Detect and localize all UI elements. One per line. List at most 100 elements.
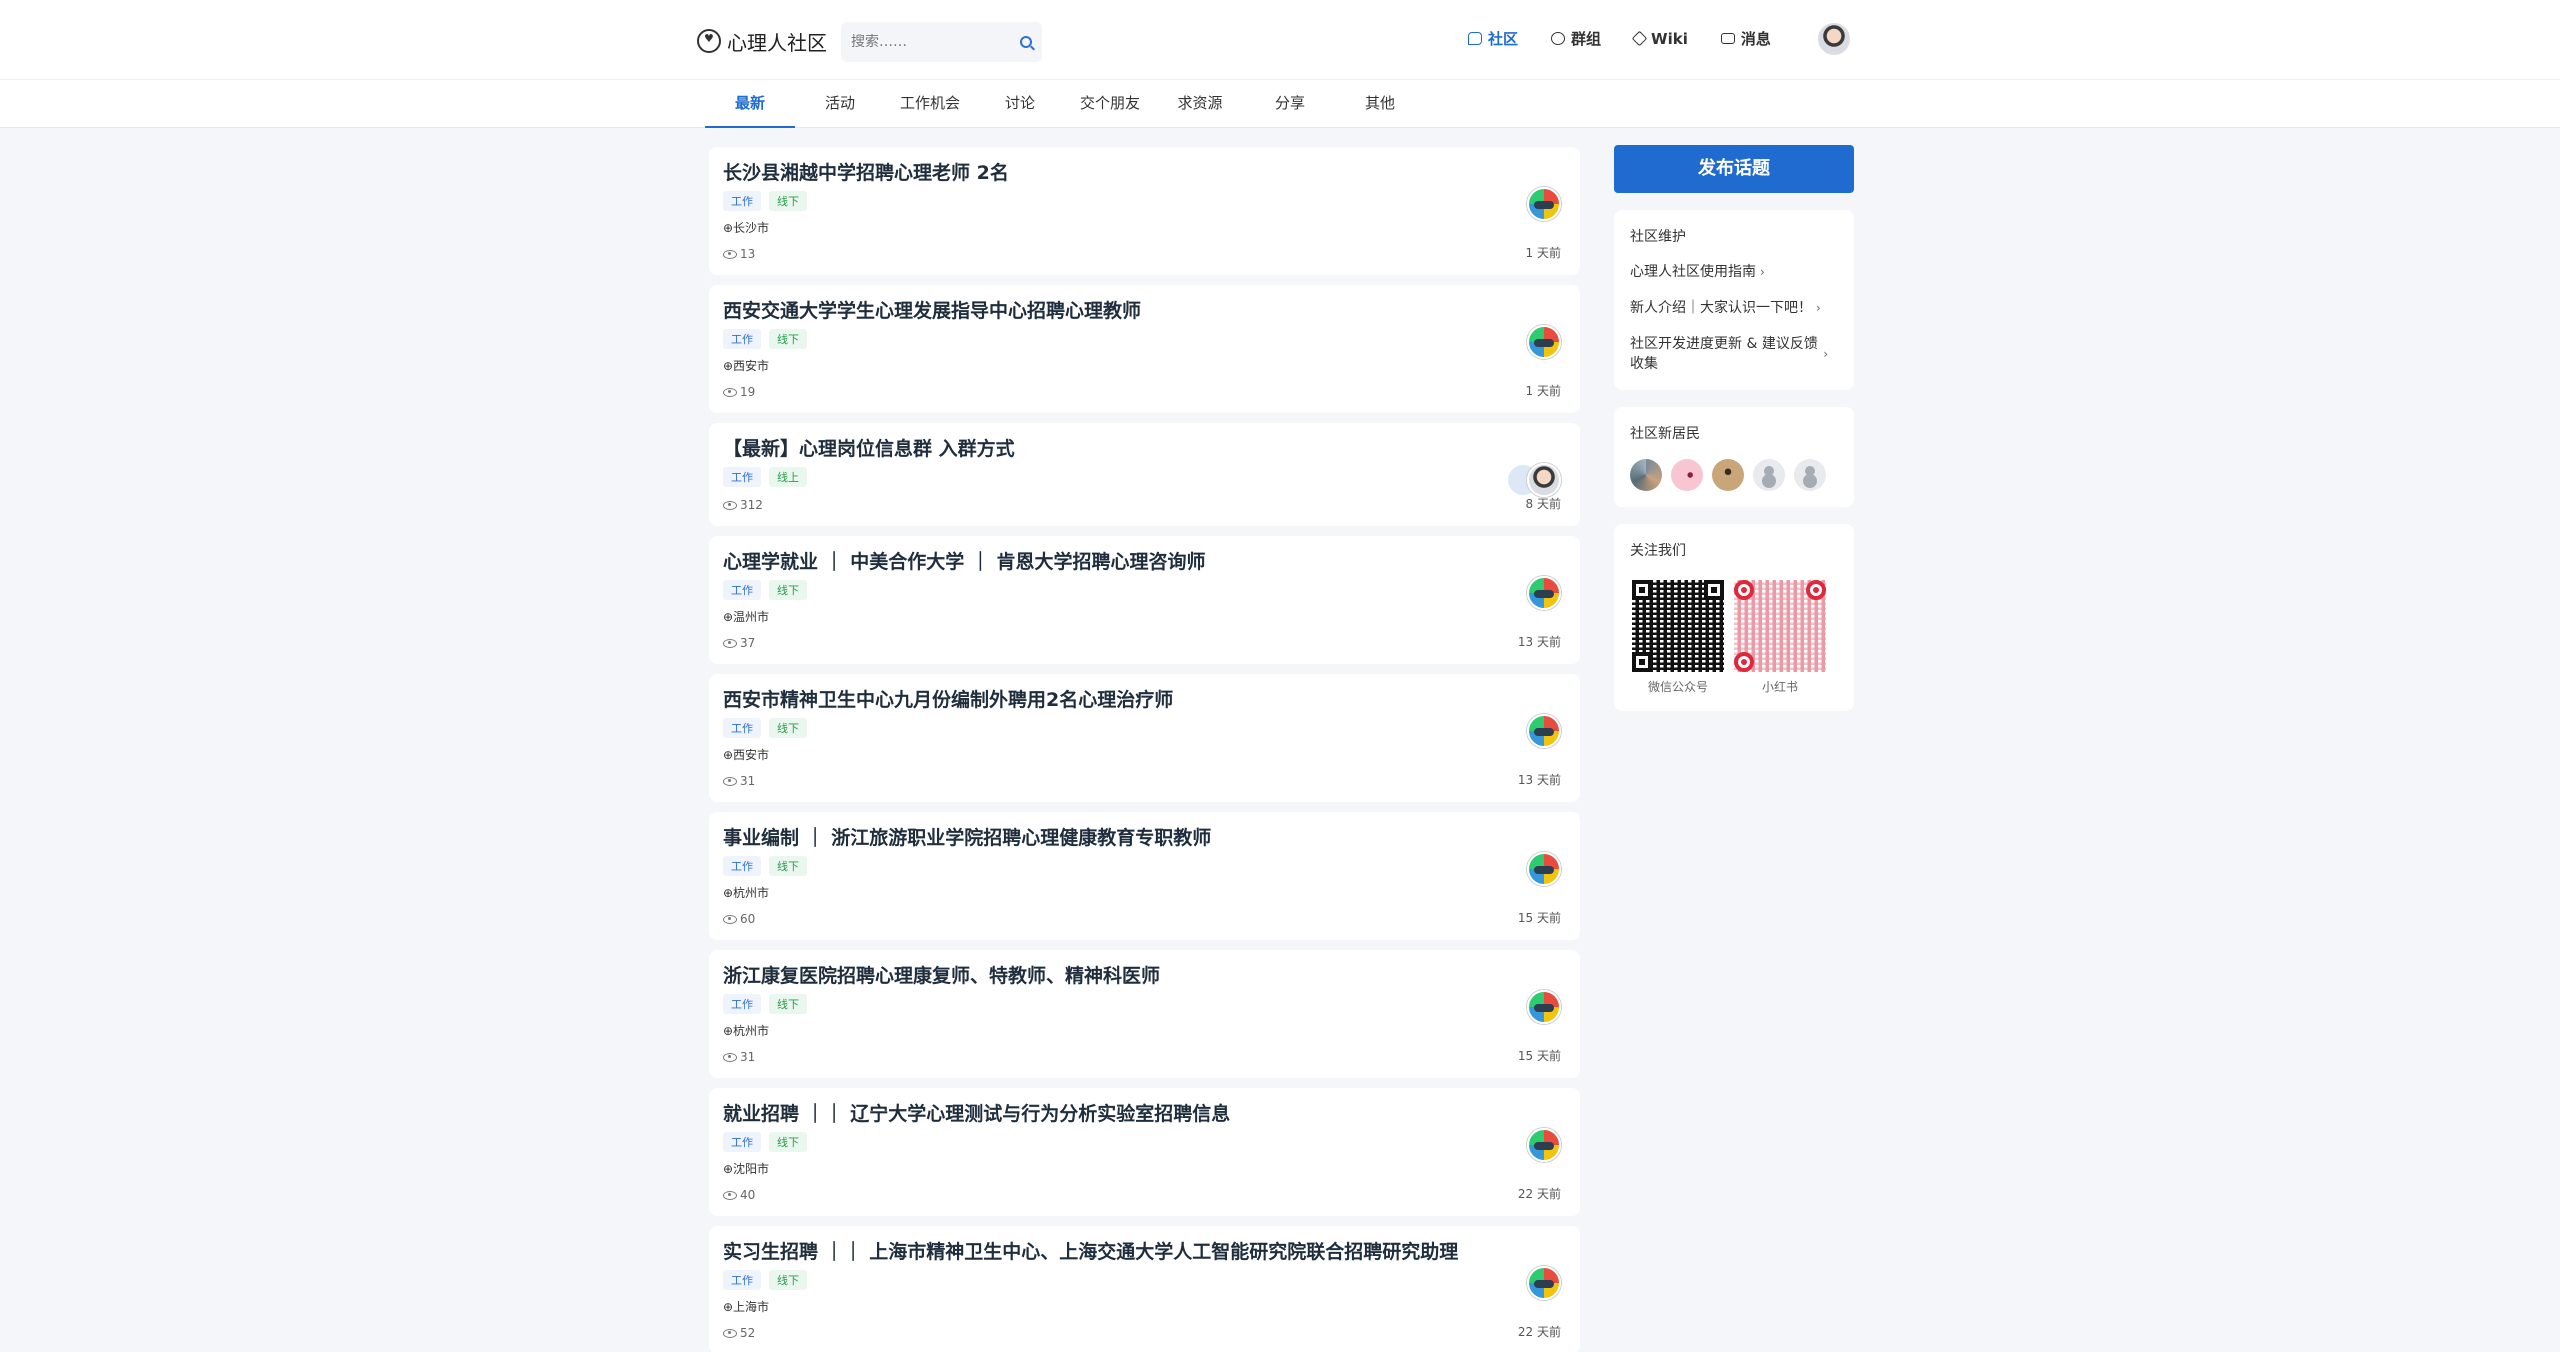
post-title[interactable]: 心理学就业 ｜ 中美合作大学 ｜ 肯恩大学招聘心理咨询师 [723,550,1566,574]
tag-work[interactable]: 工作 [723,994,761,1014]
xiaohongshu-caption: 小红书 [1761,680,1798,694]
post-title[interactable]: 西安交通大学学生心理发展指导中心招聘心理教师 [723,299,1566,323]
intro-link[interactable]: 新人介绍｜大家认识一下吧！ › [1630,298,1838,318]
author-avatar[interactable] [1527,187,1561,221]
chevron-right-icon: › [1760,265,1765,279]
default-avatar-icon[interactable] [1753,459,1785,491]
post-card[interactable]: 事业编制 ｜ 浙江旅游职业学院招聘心理健康教育专职教师 工作 线下 ⊕杭州市 60… [709,812,1580,940]
tag-work[interactable]: 工作 [723,856,761,876]
post-card[interactable]: 浙江康复医院招聘心理康复师、特教师、精神科医师 工作 线下 ⊕杭州市 31 15 … [709,950,1580,1078]
tag-work[interactable]: 工作 [723,1270,761,1290]
tag-mode[interactable]: 线下 [769,580,807,600]
tag-mode[interactable]: 线下 [769,718,807,738]
search-box[interactable] [841,22,1042,62]
author-avatar[interactable] [1527,1266,1561,1300]
post-title[interactable]: 实习生招聘 ｜｜ 上海市精神卫生中心、上海交通大学人工智能研究院联合招聘研究助理 [723,1240,1566,1264]
eye-icon [723,1328,737,1338]
author-avatar[interactable] [1527,714,1561,748]
tab-resources[interactable]: 求资源 [1155,80,1245,128]
post-views: 31 [723,774,755,788]
feedback-link[interactable]: 社区开发进度更新 & 建议反馈收集 › [1630,334,1838,374]
wechat-qr-code [1632,580,1724,672]
post-view-count: 13 [740,247,756,261]
author-avatar[interactable] [1527,463,1561,497]
post-title[interactable]: 【最新】心理岗位信息群 入群方式 [723,437,1566,461]
tab-share[interactable]: 分享 [1245,80,1335,128]
search-input[interactable] [851,34,1001,50]
avatar[interactable] [1712,459,1744,491]
nav-messages-label: 消息 [1740,30,1771,48]
post-time: 22 天前 [1517,1187,1561,1201]
post-title[interactable]: 浙江康复医院招聘心理康复师、特教师、精神科医师 [723,964,1566,988]
top-bar: 心理人社区 社区 群组 Wiki 消息 [0,0,2560,80]
post-card[interactable]: 实习生招聘 ｜｜ 上海市精神卫生中心、上海交通大学人工智能研究院联合招聘研究助理… [709,1226,1580,1352]
post-views: 37 [723,636,755,650]
nav-groups[interactable]: 群组 [1551,28,1601,49]
qr-codes: 微信公众号 小红书 [1630,580,1838,695]
post-views: 40 [723,1188,755,1202]
avatar[interactable] [1630,459,1662,491]
guide-link[interactable]: 心理人社区使用指南 › [1630,262,1838,282]
tag-work[interactable]: 工作 [723,329,761,349]
default-avatar-icon[interactable] [1794,459,1826,491]
post-title[interactable]: 就业招聘 ｜｜ 辽宁大学心理测试与行为分析实验室招聘信息 [723,1102,1566,1126]
eye-icon [723,1190,737,1200]
post-title[interactable]: 事业编制 ｜ 浙江旅游职业学院招聘心理健康教育专职教师 [723,826,1566,850]
tag-mode[interactable]: 线下 [769,1270,807,1290]
tag-mode[interactable]: 线下 [769,329,807,349]
eye-icon [723,776,737,786]
wechat-qr[interactable]: 微信公众号 [1630,580,1726,695]
tag-work[interactable]: 工作 [723,191,761,211]
nav-messages[interactable]: 消息 [1720,28,1771,49]
eye-icon [723,500,737,510]
tab-jobs[interactable]: 工作机会 [885,80,975,128]
tag-mode[interactable]: 线下 [769,191,807,211]
post-card[interactable]: 【最新】心理岗位信息群 入群方式 工作 线上 312 8 天前 [709,423,1580,526]
post-time: 1 天前 [1525,246,1561,260]
author-avatar[interactable] [1527,1128,1561,1162]
author-avatar[interactable] [1527,325,1561,359]
publish-topic-button[interactable]: 发布话题 [1614,145,1854,193]
nav-community[interactable]: 社区 [1468,28,1518,49]
post-location: ⊕温州市 [723,610,770,624]
tag-work[interactable]: 工作 [723,1132,761,1152]
post-title[interactable]: 西安市精神卫生中心九月份编制外聘用2名心理治疗师 [723,688,1566,712]
nav-wiki[interactable]: Wiki [1631,28,1688,49]
tab-other[interactable]: 其他 [1335,80,1425,128]
wiki-icon [1631,30,1648,47]
author-avatar[interactable] [1527,990,1561,1024]
post-card[interactable]: 西安市精神卫生中心九月份编制外聘用2名心理治疗师 工作 线下 ⊕西安市 31 13… [709,674,1580,802]
tag-work[interactable]: 工作 [723,718,761,738]
tag-mode[interactable]: 线上 [769,467,807,487]
tag-mode[interactable]: 线下 [769,1132,807,1152]
post-card[interactable]: 心理学就业 ｜ 中美合作大学 ｜ 肯恩大学招聘心理咨询师 工作 线下 ⊕温州市 3… [709,536,1580,664]
site-logo[interactable]: 心理人社区 [697,26,827,56]
post-time: 13 天前 [1517,773,1561,787]
chat-icon [1468,32,1482,45]
tag-work[interactable]: 工作 [723,580,761,600]
tab-friends[interactable]: 交个朋友 [1065,80,1155,128]
search-icon[interactable] [1020,36,1032,48]
eye-icon [723,1052,737,1062]
post-time: 15 天前 [1517,1049,1561,1063]
author-avatar[interactable] [1527,852,1561,886]
eye-icon [723,914,737,924]
tag-work[interactable]: 工作 [723,467,761,487]
post-view-count: 37 [740,636,756,650]
post-views: 52 [723,1326,755,1340]
post-card[interactable]: 就业招聘 ｜｜ 辽宁大学心理测试与行为分析实验室招聘信息 工作 线下 ⊕沈阳市 4… [709,1088,1580,1216]
tab-discussion[interactable]: 讨论 [975,80,1065,128]
avatar[interactable] [1671,459,1703,491]
tab-latest[interactable]: 最新 [705,80,795,128]
post-title[interactable]: 长沙县湘越中学招聘心理老师 2名 [723,161,1566,185]
new-members-title: 社区新居民 [1630,426,1700,442]
tag-mode[interactable]: 线下 [769,994,807,1014]
post-card[interactable]: 西安交通大学学生心理发展指导中心招聘心理教师 工作 线下 ⊕西安市 19 1 天前 [709,285,1580,413]
member-avatars [1630,459,1838,491]
tab-activities[interactable]: 活动 [795,80,885,128]
xiaohongshu-qr[interactable]: 小红书 [1732,580,1828,695]
author-avatar[interactable] [1527,576,1561,610]
post-card[interactable]: 长沙县湘越中学招聘心理老师 2名 工作 线下 ⊕长沙市 13 1 天前 [709,147,1580,275]
tag-mode[interactable]: 线下 [769,856,807,876]
user-avatar[interactable] [1818,23,1850,55]
